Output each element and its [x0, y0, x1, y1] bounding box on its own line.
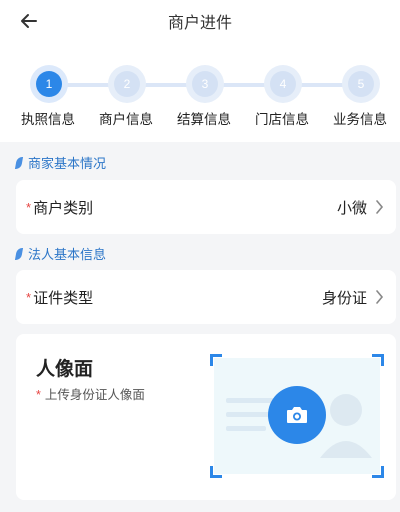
camera-button[interactable]: [268, 386, 326, 444]
progress-stepper: 1 执照信息 2 商户信息 3 结算信息 4 门店信息 5 业务信息: [0, 58, 400, 142]
step-circle: 4: [264, 65, 302, 103]
merchant-type-row[interactable]: * 商户类别 小微: [16, 180, 396, 234]
required-mark: *: [36, 388, 41, 402]
camera-icon: [287, 407, 307, 423]
step-circle: 5: [342, 65, 380, 103]
frame-corner: [372, 354, 384, 366]
required-mark: *: [26, 289, 32, 305]
step-label: 业务信息: [333, 112, 387, 127]
merchant-type-card: * 商户类别 小微: [16, 180, 396, 234]
id-portrait-title: 人像面: [36, 359, 94, 380]
leaf-icon: [14, 247, 24, 260]
frame-corner: [210, 354, 222, 366]
id-type-row[interactable]: * 证件类型 身份证: [16, 270, 396, 324]
leaf-icon: [14, 156, 24, 169]
section-legal-basic: 法人基本信息: [14, 244, 107, 263]
step-label: 结算信息: [177, 112, 231, 127]
id-type-value: 身份证: [321, 289, 367, 307]
chevron-right-icon: [375, 200, 384, 214]
section-title: 法人基本信息: [28, 247, 107, 262]
step-circle: 1: [30, 65, 68, 103]
id-type-card: * 证件类型 身份证: [16, 270, 396, 324]
chevron-right-icon: [375, 290, 384, 304]
step-label: 执照信息: [21, 112, 75, 127]
step-circle: 2: [108, 65, 146, 103]
frame-corner: [372, 466, 384, 478]
step-label: 商户信息: [99, 112, 153, 127]
required-mark: *: [26, 199, 32, 215]
merchant-type-label: 商户类别: [33, 199, 94, 217]
frame-corner: [210, 466, 222, 478]
step-circle: 3: [186, 65, 224, 103]
section-merchant-basic: 商家基本情况: [14, 153, 107, 172]
id-portrait-card: 人像面 * 上传身份证人像面: [16, 334, 396, 500]
id-portrait-hint: 上传身份证人像面: [44, 388, 145, 402]
id-portrait-subtitle: * 上传身份证人像面: [36, 384, 145, 403]
merchant-type-value: 小微: [336, 199, 367, 217]
header-bar: 商户进件: [0, 0, 400, 58]
section-title: 商家基本情况: [28, 156, 107, 171]
step-label: 门店信息: [255, 112, 309, 127]
id-portrait-upload[interactable]: [210, 354, 384, 478]
id-type-label: 证件类型: [33, 289, 94, 307]
page-title: 商户进件: [167, 15, 232, 32]
